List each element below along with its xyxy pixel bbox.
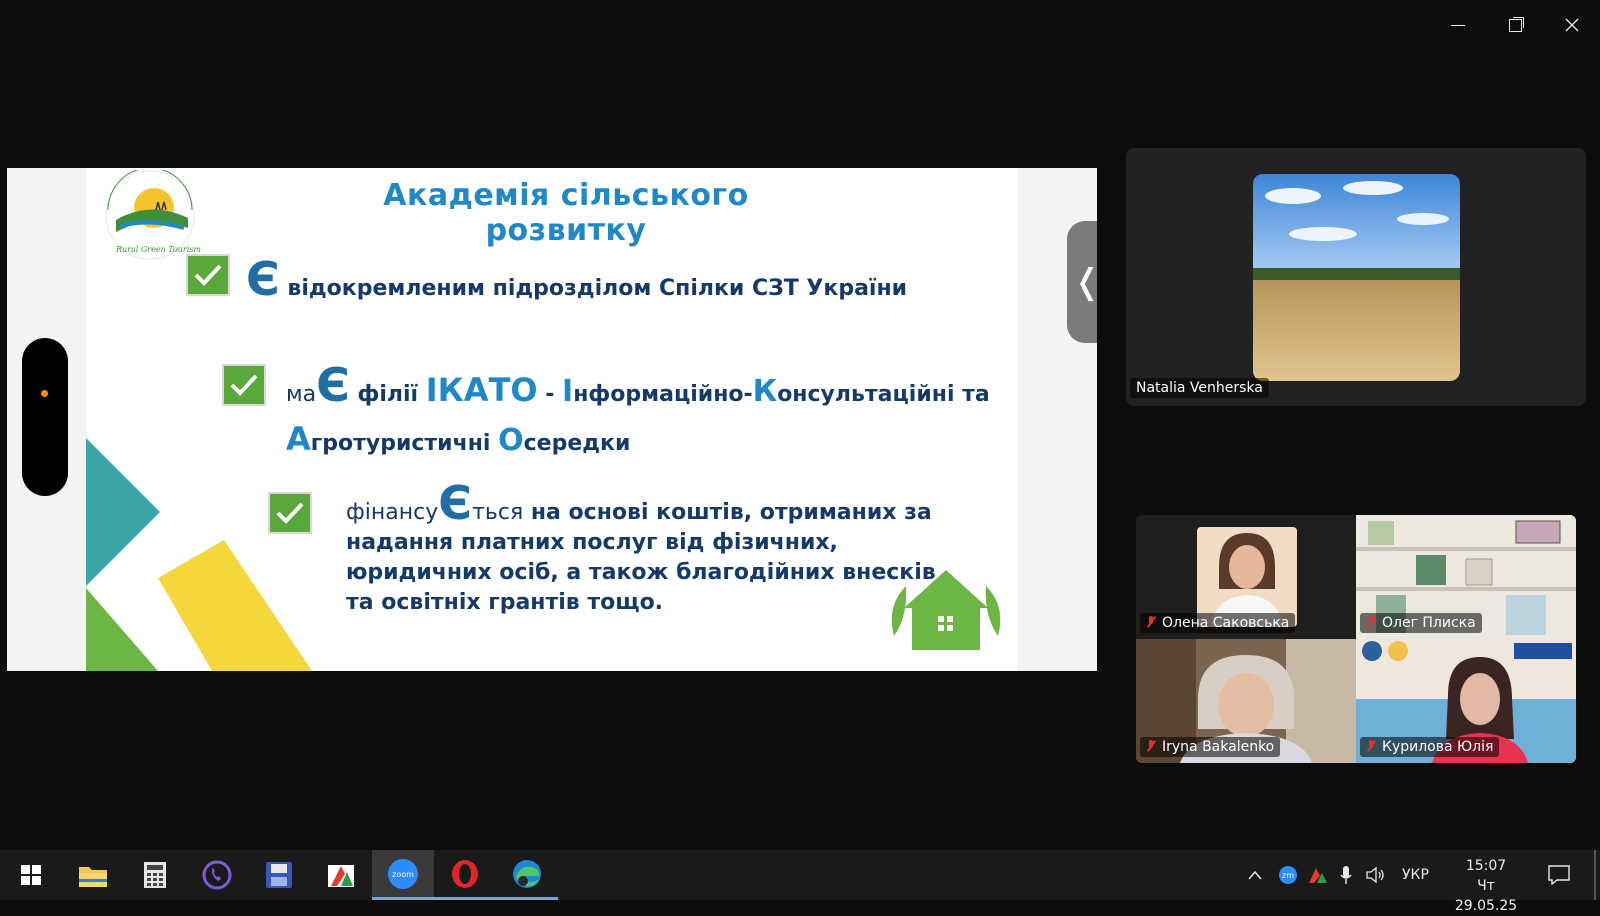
participant-name: Олена Саковська (1162, 615, 1290, 631)
annotation-toolbar-handle[interactable] (22, 338, 68, 496)
svg-text:zm: zm (1282, 871, 1294, 880)
mic-muted-icon (1366, 616, 1376, 628)
microphone-icon[interactable] (1340, 850, 1352, 900)
bullet-2: маЄ філії ІКАТО - Інформаційно-Консульта… (286, 358, 990, 458)
svg-text:zoom: zoom (392, 870, 414, 879)
colors-tray-icon[interactable] (1308, 850, 1328, 900)
opera-icon[interactable] (434, 850, 496, 900)
chevron-left-icon: ❬ (1073, 262, 1097, 302)
participant-tile[interactable]: Iryna Bakalenko (1136, 639, 1356, 763)
participant-tile[interactable]: Курилова Юлія (1356, 639, 1576, 763)
checkmark-icon (186, 254, 230, 296)
participant-name: Natalia Venherska (1130, 378, 1269, 398)
participant-name: Курилова Юлія (1382, 739, 1494, 755)
participant-name: Олег Плиска (1382, 615, 1476, 631)
language-indicator[interactable]: УКР (1402, 850, 1429, 900)
bullet-3: фінансуЄться на основі коштів, отриманих… (346, 476, 936, 615)
checkmark-icon (268, 492, 312, 534)
wheat-field-image (1253, 174, 1460, 381)
collapse-panel-button[interactable]: ❬ (1067, 221, 1097, 343)
rural-tourism-logo: Rural Green Tourism in Ukraine (105, 170, 204, 260)
file-explorer-icon[interactable] (62, 850, 124, 900)
mic-muted-icon (1366, 740, 1376, 752)
taskbar: zoom zm УКР 15:07 Чт 29.05.25 (0, 850, 1600, 914)
zoom-icon[interactable]: zoom (372, 850, 434, 900)
close-icon[interactable] (1554, 10, 1590, 40)
participant-tile[interactable]: Олена Саковська (1136, 515, 1356, 639)
participant-name: Iryna Bakalenko (1162, 739, 1275, 755)
presentation-slide: Rural Green Tourism in Ukraine Академія … (86, 168, 1018, 671)
checkmark-icon (222, 364, 266, 406)
notifications-icon[interactable] (1548, 850, 1570, 900)
participant-gallery: Олена Саковська Олег Плиска Iryna Bakale… (1136, 515, 1576, 763)
recording-dot-icon (41, 390, 48, 397)
speaker-video-tile[interactable]: Natalia Venherska (1126, 148, 1586, 406)
save-disk-icon[interactable] (248, 850, 310, 900)
restore-icon[interactable] (1497, 10, 1533, 40)
edge-icon[interactable] (496, 850, 558, 900)
shared-screen: Rural Green Tourism in Ukraine Академія … (7, 168, 1097, 671)
volume-icon[interactable] (1366, 850, 1386, 900)
participant-tile[interactable]: Олег Плиска (1356, 515, 1576, 639)
mic-muted-icon (1146, 616, 1156, 628)
minimize-icon[interactable] (1440, 10, 1476, 40)
bullet-1: Є відокремленим підрозділом Спілки СЗТ У… (246, 252, 908, 306)
svg-text:Rural Green Tourism in Ukraine: Rural Green Tourism in Ukraine (115, 245, 204, 254)
participant-avatar (1197, 527, 1297, 627)
decorative-shapes (86, 438, 312, 671)
tray-overflow-icon[interactable] (1248, 850, 1262, 900)
viber-icon[interactable] (186, 850, 248, 900)
mic-muted-icon (1146, 740, 1156, 752)
calculator-icon[interactable] (124, 850, 186, 900)
show-desktop-button[interactable] (1594, 850, 1596, 900)
windows-start-icon[interactable] (0, 850, 62, 900)
zoom-tray-icon[interactable]: zm (1278, 850, 1298, 900)
system-clock[interactable]: 15:07 Чт 29.05.25 (1446, 856, 1526, 916)
slide-title: Академія сільського розвитку (383, 178, 749, 248)
app-colors-icon[interactable] (310, 850, 372, 900)
